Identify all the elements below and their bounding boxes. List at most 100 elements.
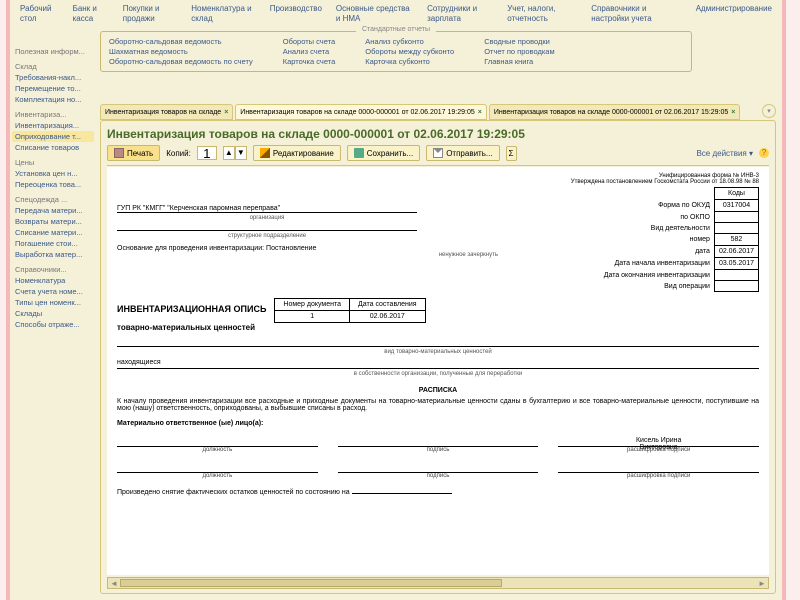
menu-desktop[interactable]: Рабочий стол <box>20 4 59 23</box>
subdiv-sublabel: структурное подразделение <box>117 233 417 239</box>
tab[interactable]: Инвентаризация товаров на складе× <box>100 104 233 120</box>
scroll-left-icon[interactable]: ◄ <box>108 579 120 588</box>
nav-item[interactable]: Требования-накл... <box>12 72 94 83</box>
sum-button[interactable]: Σ <box>506 146 517 161</box>
document-title: Инвентаризация товаров на складе 0000-00… <box>107 127 769 141</box>
menu-bank[interactable]: Банк и касса <box>73 4 109 23</box>
left-nav: Полезная информ... СкладТребования-накл..… <box>10 40 96 332</box>
nav-group: Спецодежда ... <box>12 194 94 205</box>
edit-button[interactable]: Редактирование <box>253 145 341 161</box>
report-link[interactable]: Отчет по проводкам <box>484 47 554 56</box>
report-link[interactable]: Карточка счета <box>283 57 336 66</box>
nav-item[interactable]: Счета учета номе... <box>12 286 94 297</box>
nav-item[interactable]: Способы отраже... <box>12 319 94 330</box>
menu-ref[interactable]: Справочники и настройки учета <box>591 4 681 23</box>
send-button[interactable]: Отправить... <box>426 145 499 161</box>
reports-header: Стандартные отчеты <box>356 26 436 33</box>
nav-item[interactable]: Списание товаров <box>12 142 94 153</box>
nav-group: Склад <box>12 61 94 72</box>
inventory-subtitle: товарно-материальных ценностей <box>117 323 759 332</box>
nav-item[interactable]: Переоценка това... <box>12 179 94 190</box>
report-link[interactable]: Главная книга <box>484 57 554 66</box>
close-icon[interactable]: × <box>224 109 228 116</box>
copies-input[interactable] <box>197 146 217 160</box>
history-button[interactable]: ▾ <box>762 104 776 118</box>
responsible-label: Материально ответственное (ые) лицо(а): <box>117 420 759 427</box>
disk-icon <box>354 148 364 158</box>
horizontal-scrollbar[interactable]: ◄ ► <box>107 577 769 589</box>
menu-assets[interactable]: Основные средства и НМА <box>336 4 413 23</box>
report-link[interactable]: Сводные проводки <box>484 37 554 46</box>
copies-label: Копий: <box>166 149 191 158</box>
report-link[interactable]: Анализ субконто <box>365 37 454 46</box>
report-link[interactable]: Обороты счета <box>283 37 336 46</box>
save-button[interactable]: Сохранить... <box>347 145 420 161</box>
document-panel: Инвентаризация товаров на складе 0000-00… <box>100 120 776 594</box>
report-link[interactable]: Оборотно-сальдовая ведомость <box>109 37 253 46</box>
nav-item[interactable]: Склады <box>12 308 94 319</box>
signature-row: должность подпись Кисель Ирина Викторовн… <box>117 437 759 453</box>
basis-label: Основание для проведения инвентаризации: <box>117 245 264 252</box>
signature-row: должность подпись расшифровка подписи <box>117 463 759 479</box>
nav-item[interactable]: Перемещение то... <box>12 83 94 94</box>
basis-value: Постановление <box>266 245 316 252</box>
location-sublabel: в собственности организации, полученные … <box>117 371 759 377</box>
scroll-thumb[interactable] <box>120 579 502 587</box>
report-link[interactable]: Оборотно-сальдовая ведомость по счету <box>109 57 253 66</box>
nav-group: Инвентариза... <box>12 109 94 120</box>
nav-item[interactable]: Установка цен н... <box>12 168 94 179</box>
location-label: находящиеся <box>117 359 161 366</box>
menu-admin[interactable]: Администрирование <box>696 4 772 23</box>
mail-icon <box>433 148 443 158</box>
close-icon[interactable]: × <box>478 109 482 116</box>
menu-tax[interactable]: Учет, налоги, отчетность <box>507 4 577 23</box>
codes-table: Коды Форма по ОКУД0317004 по ОКПО Вид де… <box>600 187 759 292</box>
org-line: ГУП РК "КМГГ" "Керченская паромная переп… <box>117 205 417 213</box>
inventory-title: ИНВЕНТАРИЗАЦИОННАЯ ОПИСЬ <box>117 304 266 314</box>
copies-stepper[interactable]: ▲▼ <box>223 146 247 160</box>
tab-active[interactable]: Инвентаризация товаров на складе 0000-00… <box>235 104 487 120</box>
nav-item[interactable]: Списание матери... <box>12 227 94 238</box>
toolbar: Печать Копий: ▲▼ Редактирование Сохранит… <box>107 145 769 166</box>
tab-label: Инвентаризация товаров на складе 0000-00… <box>494 109 728 116</box>
report-link[interactable]: Обороты между субконто <box>365 47 454 56</box>
all-actions-button[interactable]: Все действия ▾ <box>696 149 753 158</box>
doc-number-table: Номер документаДата составления 102.06.2… <box>274 298 425 323</box>
pencil-icon <box>260 148 270 158</box>
report-link[interactable]: Анализ счета <box>283 47 336 56</box>
footer-text: Произведено снятие фактических остатков … <box>117 489 350 496</box>
menu-production[interactable]: Производство <box>270 4 322 23</box>
scroll-right-icon[interactable]: ► <box>756 579 768 588</box>
nav-item[interactable]: Погашение стои... <box>12 238 94 249</box>
printer-icon <box>114 148 124 158</box>
menu-hr[interactable]: Сотрудники и зарплата <box>427 4 493 23</box>
nav-item[interactable]: Номенклатура <box>12 275 94 286</box>
receipt-text: К началу проведения инвентаризации все р… <box>117 398 759 412</box>
nav-group: Справочники... <box>12 264 94 275</box>
print-preview: Унифицированная форма № ИНВ-3 Утверждена… <box>107 167 769 575</box>
report-link[interactable]: Карточка субконто <box>365 57 454 66</box>
receipt-header: РАСПИСКА <box>117 387 759 394</box>
help-icon[interactable]: ? <box>759 148 769 158</box>
reports-panel: Стандартные отчеты Оборотно-сальдовая ве… <box>100 31 692 72</box>
nav-item[interactable]: Возвраты матери... <box>12 216 94 227</box>
tab-label: Инвентаризация товаров на складе <box>105 109 221 116</box>
nav-item[interactable]: Типы цен номенк... <box>12 297 94 308</box>
nav-item[interactable]: Инвентаризация... <box>12 120 94 131</box>
menu-sales[interactable]: Покупки и продажи <box>123 4 178 23</box>
report-link[interactable]: Шахматная ведомость <box>109 47 253 56</box>
nav-item[interactable]: Выработка матер... <box>12 249 94 260</box>
nav-group: Полезная информ... <box>12 46 94 57</box>
tab[interactable]: Инвентаризация товаров на складе 0000-00… <box>489 104 741 120</box>
print-button[interactable]: Печать <box>107 145 160 161</box>
nav-item[interactable]: Передача матери... <box>12 205 94 216</box>
nav-item[interactable]: Комплектация но... <box>12 94 94 105</box>
nav-item[interactable]: Оприходование т... <box>12 131 94 142</box>
org-sublabel: организация <box>117 215 417 221</box>
close-icon[interactable]: × <box>731 109 735 116</box>
tab-label: Инвентаризация товаров на складе 0000-00… <box>240 109 474 116</box>
top-menu: Рабочий стол Банк и касса Покупки и прод… <box>10 0 782 27</box>
tab-bar: Инвентаризация товаров на складе× Инвент… <box>100 104 776 120</box>
menu-stock[interactable]: Номенклатура и склад <box>191 4 255 23</box>
nav-group: Цены <box>12 157 94 168</box>
